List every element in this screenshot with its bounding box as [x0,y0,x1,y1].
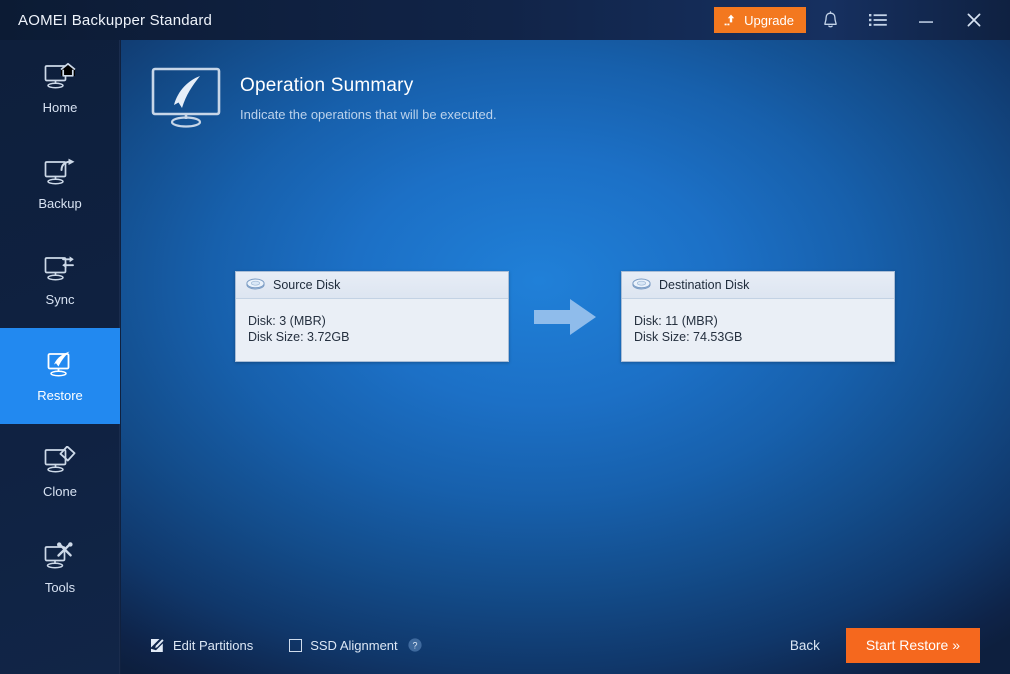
sidebar-item-restore[interactable]: Restore [0,328,120,424]
list-menu-icon [869,13,887,27]
application-window: AOMEI Backupper Standard Upgrade Home Ba… [0,0,1010,674]
app-title: AOMEI Backupper Standard [18,11,213,29]
ssd-alignment-label: SSD Alignment [310,637,398,653]
ssd-alignment-option[interactable]: SSD Alignment ? [289,637,422,653]
monitor-share-icon [43,158,77,188]
upgrade-button-label: Upgrade [744,12,794,28]
sidebar-item-tools[interactable]: Tools [0,520,120,616]
minimize-icon [917,13,935,27]
monitor-clone-icon [43,446,77,476]
sidebar-item-label: Sync [45,292,75,307]
sidebar: Home Backup Sync Restore Clone Tools [0,40,120,674]
svg-text:?: ? [412,640,417,650]
close-icon [965,11,983,29]
title-bar-controls: Upgrade [714,0,998,40]
notifications-button[interactable] [806,0,854,40]
operation-summary-cards: Source Disk Disk: 3 (MBR) Disk Size: 3.7… [235,271,895,362]
footer-actions: Back Start Restore » [790,627,980,663]
disk-icon [246,278,265,292]
bell-icon [822,10,839,30]
destination-disk-card: Destination Disk Disk: 11 (MBR) Disk Siz… [621,271,895,362]
sidebar-item-sync[interactable]: Sync [0,232,120,328]
edit-square-icon [150,638,165,653]
edit-partitions-label: Edit Partitions [173,637,254,653]
destination-disk-body: Disk: 11 (MBR) Disk Size: 74.53GB [622,299,894,361]
destination-disk-number: Disk: 11 (MBR) [634,314,718,328]
source-disk-body: Disk: 3 (MBR) Disk Size: 3.72GB [236,299,508,361]
help-circle-icon[interactable]: ? [408,638,422,652]
sidebar-item-home[interactable]: Home [0,40,120,136]
page-title: Operation Summary [240,75,414,96]
sidebar-item-label: Clone [43,484,77,499]
destination-disk-card-header: Destination Disk [622,272,894,299]
page-subtitle: Indicate the operations that will be exe… [240,107,497,122]
edit-partitions-button[interactable]: Edit Partitions [150,638,253,653]
sidebar-item-clone[interactable]: Clone [0,424,120,520]
monitor-restore-icon [43,350,77,380]
monitor-summary-icon [151,67,221,129]
sidebar-item-backup[interactable]: Backup [0,136,120,232]
page-header-texts: Operation Summary Indicate the operation… [240,67,497,121]
source-disk-size: Disk Size: 3.72GB [248,330,350,344]
minimize-button[interactable] [902,0,950,40]
footer-toolbar: Edit Partitions SSD Alignment ? Back Sta… [121,616,1010,674]
upload-arrow-icon [724,13,738,27]
operation-arrow [509,295,621,339]
source-disk-number: Disk: 3 (MBR) [248,314,326,328]
footer-options: Edit Partitions SSD Alignment ? [150,638,422,653]
destination-disk-title: Destination Disk [659,277,750,292]
right-arrow-icon [532,295,598,339]
back-button[interactable]: Back [790,638,820,653]
monitor-home-icon [43,62,77,92]
close-button[interactable] [950,0,998,40]
title-bar: AOMEI Backupper Standard Upgrade [0,0,1010,40]
start-restore-button[interactable]: Start Restore » [845,627,980,663]
sidebar-item-label: Backup [38,196,82,211]
source-disk-title: Source Disk [273,277,341,292]
upgrade-button[interactable]: Upgrade [714,7,806,33]
disk-icon [632,278,651,292]
sidebar-item-label: Restore [37,388,83,403]
destination-disk-size: Disk Size: 74.53GB [634,330,743,344]
main-content: Operation Summary Indicate the operation… [121,40,1010,674]
sidebar-item-label: Home [42,100,78,115]
ssd-alignment-checkbox[interactable] [289,638,303,652]
menu-button[interactable] [854,0,902,40]
monitor-tools-icon [43,542,77,572]
source-disk-card-header: Source Disk [236,272,508,299]
page-header: Operation Summary Indicate the operation… [151,67,497,129]
source-disk-card: Source Disk Disk: 3 (MBR) Disk Size: 3.7… [235,271,509,362]
sidebar-item-label: Tools [44,580,76,595]
monitor-sync-icon [43,254,77,284]
